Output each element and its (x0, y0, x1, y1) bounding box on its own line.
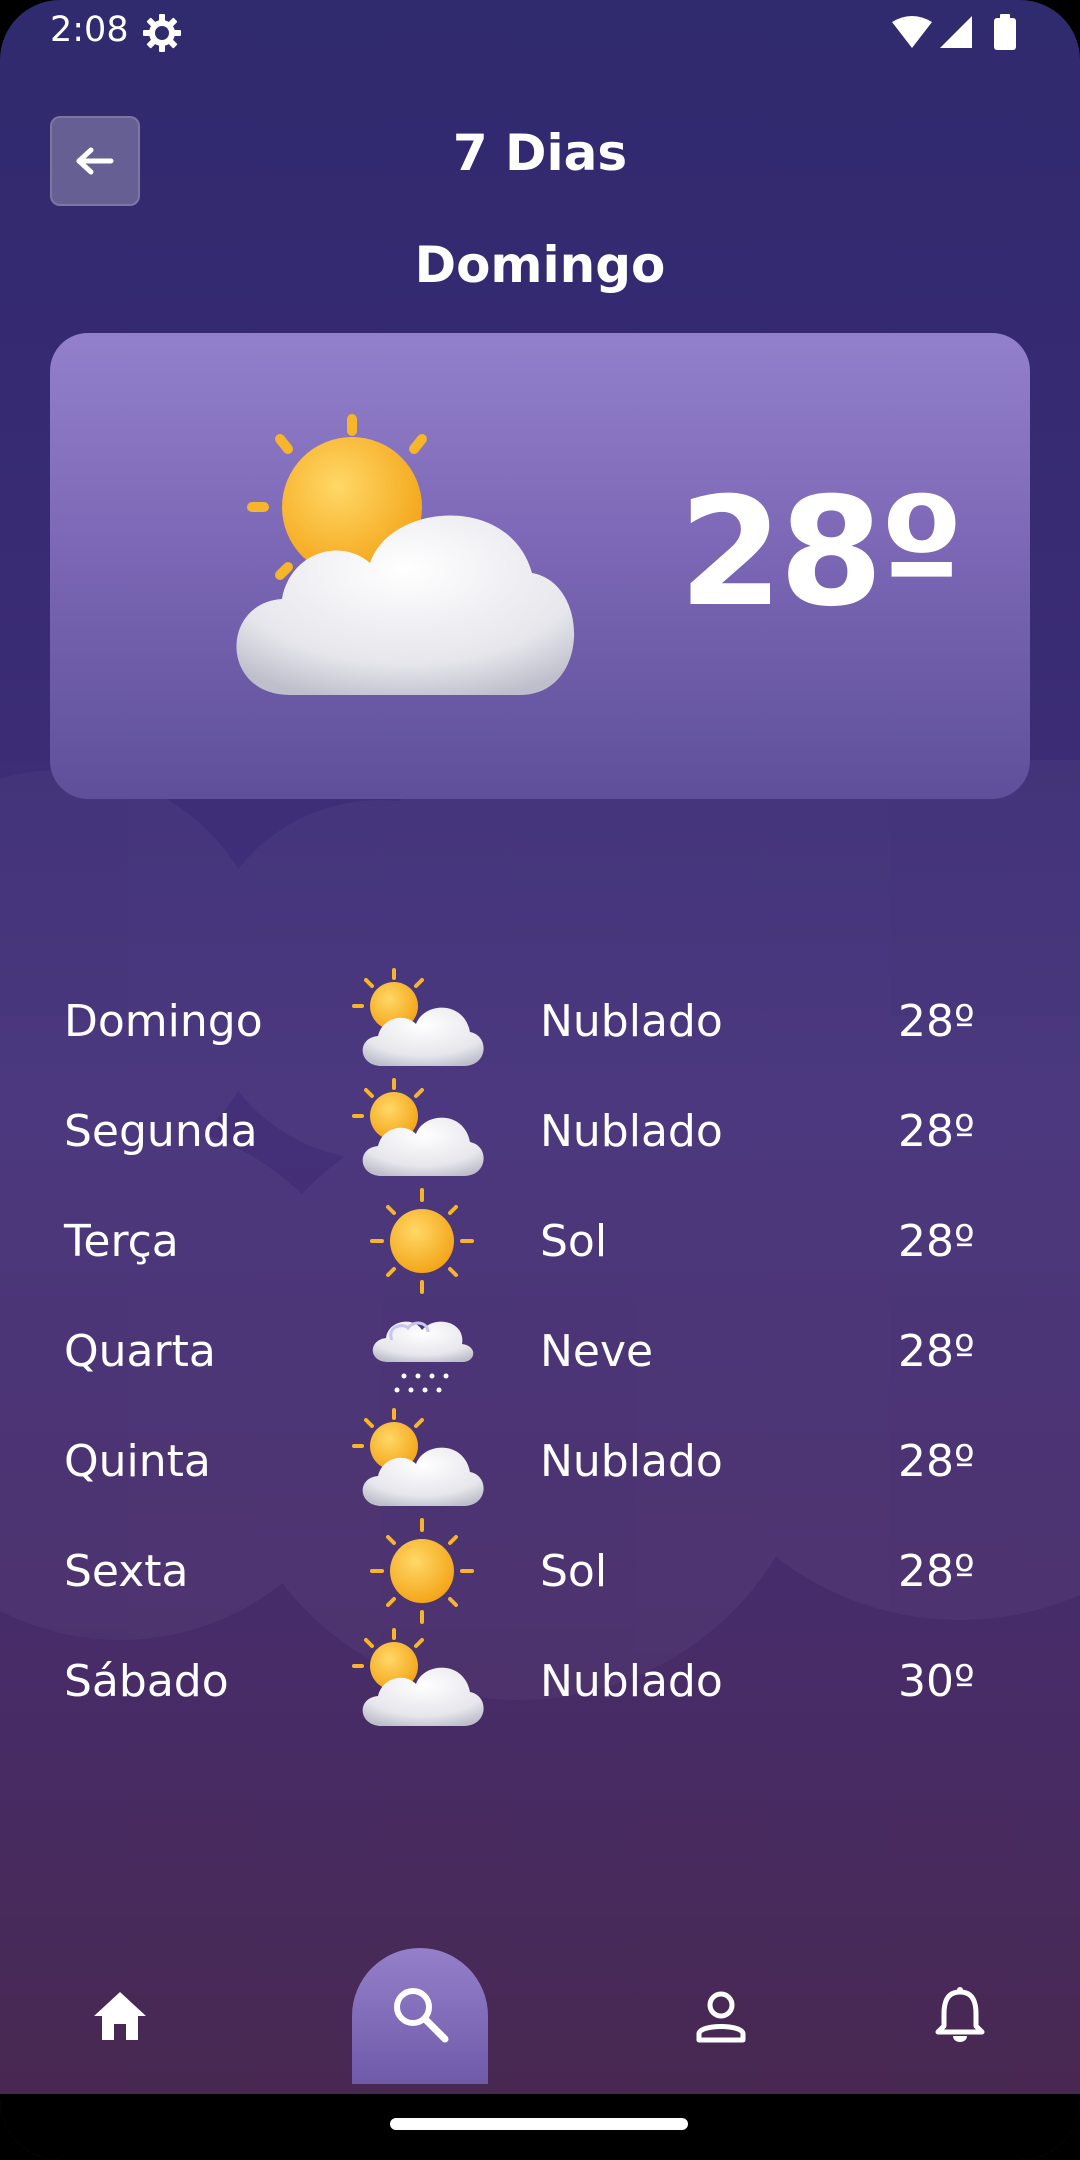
forecast-row[interactable]: Sábado Nublado 30º (0, 1626, 1080, 1736)
forecast-condition: Nublado (540, 1106, 723, 1157)
status-time: 2:08 (50, 10, 129, 50)
profile-icon[interactable] (693, 1988, 749, 2044)
forecast-day: Quinta (64, 1436, 211, 1487)
snow-icon (371, 1320, 475, 1394)
partly-cloudy-icon (352, 1628, 486, 1728)
forecast-row[interactable]: Quarta Neve 28º (0, 1296, 1080, 1406)
forecast-temperature: 28º (898, 1546, 975, 1597)
current-weather-card: 28º (50, 333, 1030, 799)
forecast-temperature: 28º (898, 1436, 975, 1487)
status-bar: 2:08 (0, 0, 1080, 66)
partly-cloudy-icon (352, 1408, 486, 1508)
forecast-row[interactable]: Domingo Nublado 28º (0, 966, 1080, 1076)
signal-icon (940, 16, 972, 48)
forecast-temperature: 28º (898, 1106, 975, 1157)
forecast-day: Quarta (64, 1326, 216, 1377)
forecast-day: Sexta (64, 1546, 189, 1597)
forecast-temperature: 30º (898, 1656, 975, 1707)
partly-cloudy-icon (352, 968, 486, 1068)
forecast-condition: Neve (540, 1326, 654, 1377)
forecast-row[interactable]: Segunda Nublado 28º (0, 1076, 1080, 1186)
forecast-day: Segunda (64, 1106, 258, 1157)
partly-cloudy-icon (352, 1078, 486, 1178)
settings-gear-icon (143, 14, 181, 52)
partly-cloudy-icon (236, 414, 575, 695)
forecast-condition: Sol (540, 1216, 608, 1267)
bell-icon[interactable] (932, 1986, 988, 2046)
forecast-temperature: 28º (898, 1216, 975, 1267)
forecast-row[interactable]: Terça Sol 28º (0, 1186, 1080, 1296)
system-status-icons (892, 14, 1016, 50)
forecast-day: Domingo (64, 996, 263, 1047)
page-title: 7 Dias (452, 124, 628, 182)
current-temperature: 28º (678, 466, 964, 640)
forecast-day: Terça (64, 1216, 179, 1267)
selected-day-title: Domingo (414, 236, 666, 294)
forecast-row[interactable]: Sexta Sol 28º (0, 1516, 1080, 1626)
search-icon[interactable] (390, 1984, 450, 2044)
home-indicator[interactable] (390, 2118, 688, 2130)
forecast-day: Sábado (64, 1656, 229, 1707)
forecast-condition: Nublado (540, 1436, 723, 1487)
forecast-temperature: 28º (898, 1326, 975, 1377)
wifi-icon (892, 16, 932, 48)
sun-icon (370, 1188, 474, 1294)
forecast-condition: Sol (540, 1546, 608, 1597)
home-icon[interactable] (92, 1988, 148, 2044)
battery-icon (994, 14, 1016, 50)
sun-icon (370, 1518, 474, 1624)
forecast-condition: Nublado (540, 996, 723, 1047)
forecast-temperature: 28º (898, 996, 975, 1047)
forecast-row[interactable]: Quinta Nublado 28º (0, 1406, 1080, 1516)
app-screen: 2:08 7 Dias Domingo 28º Domingo Nublado … (0, 0, 1080, 2160)
forecast-condition: Nublado (540, 1656, 723, 1707)
